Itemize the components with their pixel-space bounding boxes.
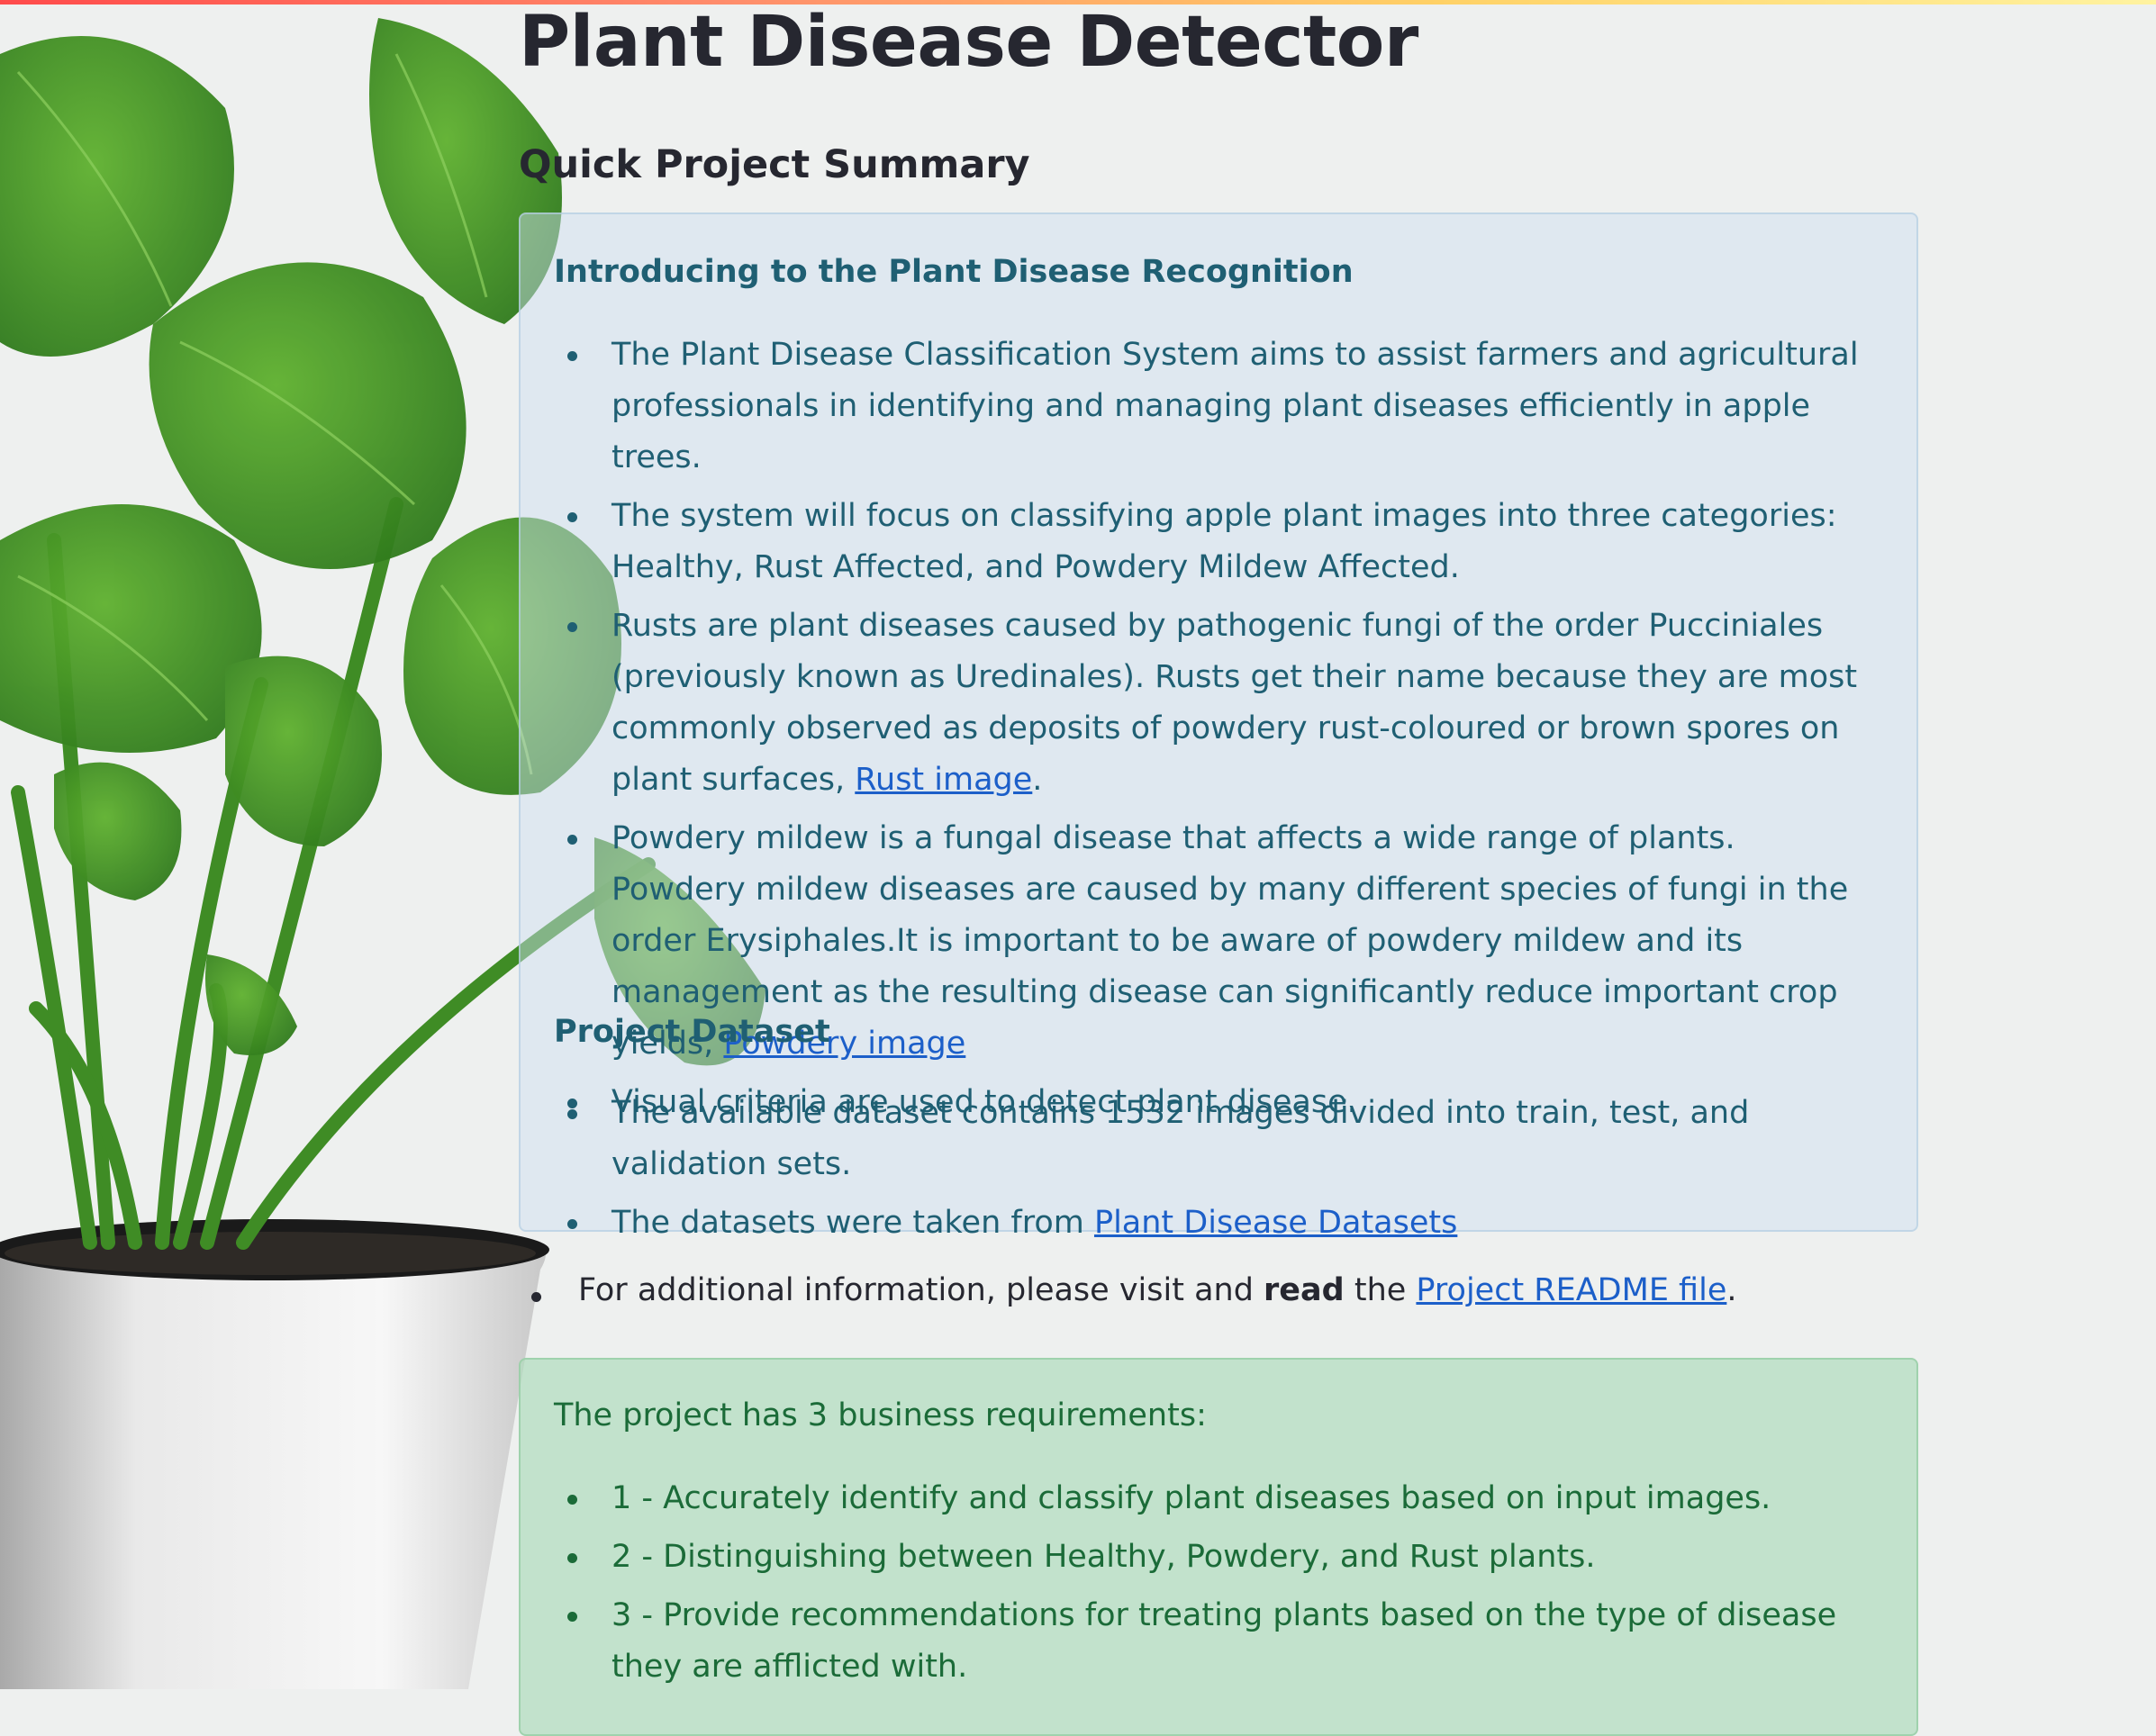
plant-disease-datasets-link[interactable]: Plant Disease Datasets [1094,1205,1457,1241]
requirements-intro: The project has 3 business requirements: [554,1397,1207,1433]
info-box: Introducing to the Plant Disease Recogni… [519,212,1918,1241]
list-item: 1 - Accurately identify and classify pla… [521,1473,1872,1524]
list-item: 3 - Provide recommendations for treating… [521,1590,1872,1693]
list-item: Rusts are plant diseases caused by patho… [521,601,1872,806]
readme-note: For additional information, please visit… [519,1272,1737,1308]
list-item: 2 - Distinguishing between Healthy, Powd… [521,1532,1872,1583]
readme-link[interactable]: Project README file [1416,1272,1726,1308]
dataset-heading: Project Dataset [554,1014,830,1050]
rust-image-link[interactable]: Rust image [855,762,1032,798]
list-item: The datasets were taken from Plant Disea… [521,1198,1872,1249]
list-item: The available dataset contains 1532 imag… [521,1088,1872,1190]
list-item: The system will focus on classifying app… [521,491,1872,593]
intro-list: The Plant Disease Classification System … [521,330,1872,1128]
intro-heading: Introducing to the Plant Disease Recogni… [554,254,1354,290]
list-item: The Plant Disease Classification System … [521,330,1872,484]
top-decoration-bar [0,0,2156,5]
page-title: Plant Disease Detector [519,2,1418,83]
requirements-box: The project has 3 business requirements:… [519,1358,1918,1736]
requirements-list: 1 - Accurately identify and classify pla… [521,1473,1872,1693]
page-subtitle: Quick Project Summary [519,142,1030,187]
dataset-list: The available dataset contains 1532 imag… [521,1088,1872,1249]
